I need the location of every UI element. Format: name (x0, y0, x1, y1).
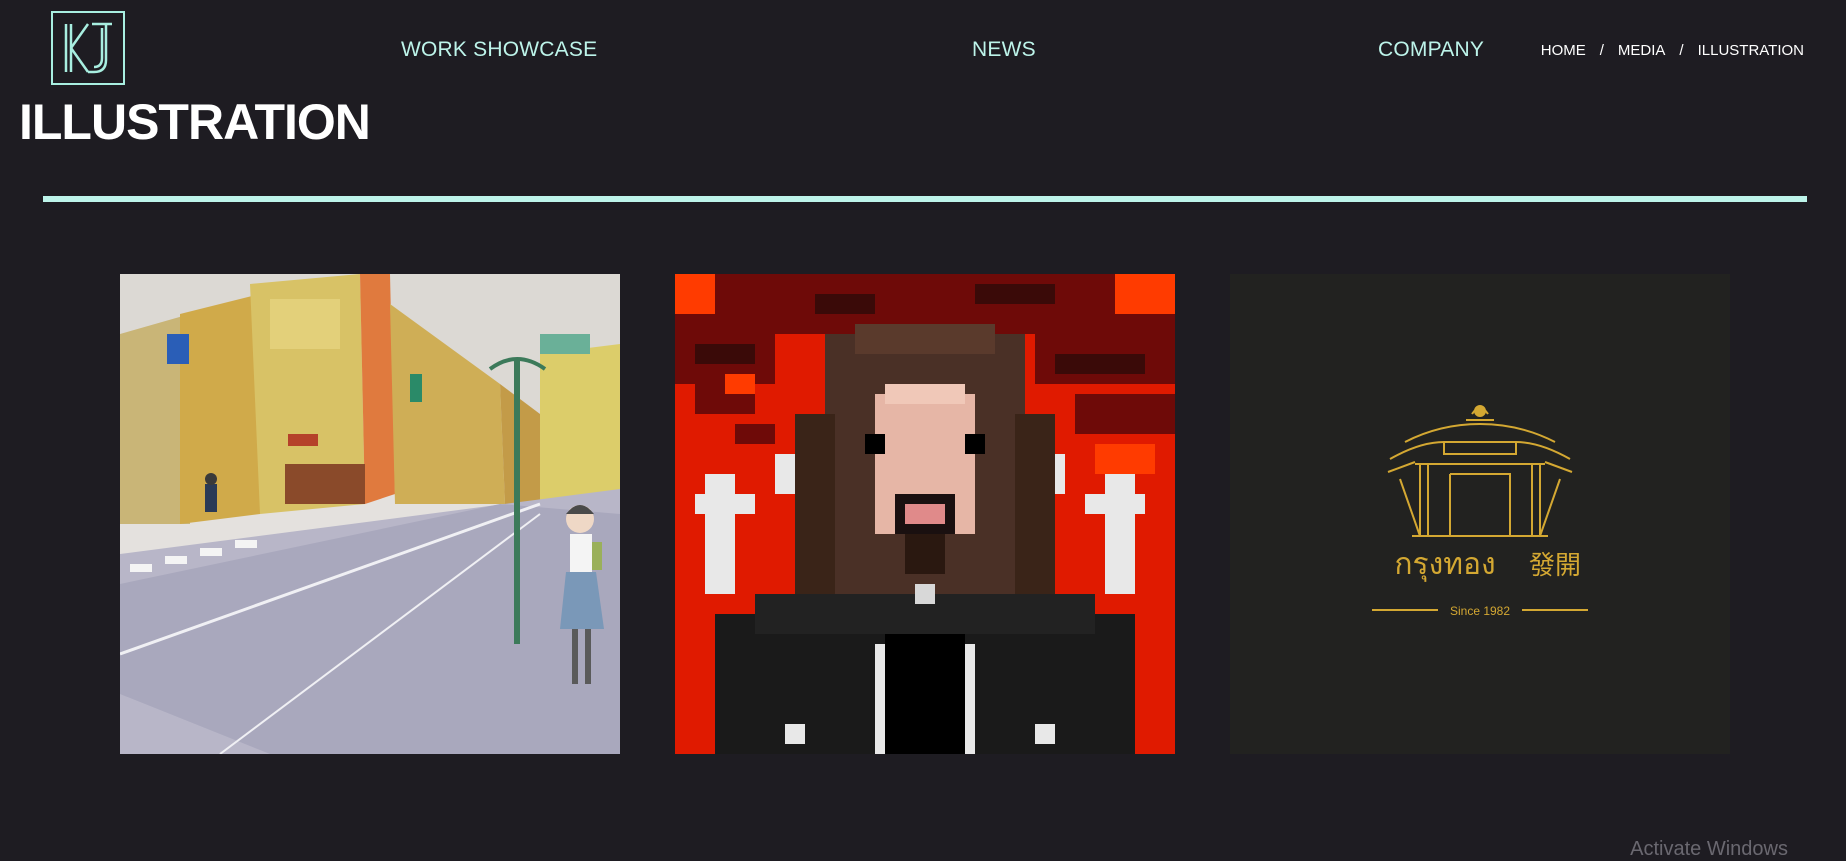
nav-news[interactable]: NEWS (972, 38, 1036, 62)
activate-windows-watermark: Activate Windows (1630, 838, 1788, 860)
pixel-portrait-image (675, 274, 1175, 754)
logo-thai-text: กรุงทอง (1394, 547, 1495, 583)
nav-company[interactable]: COMPANY (1378, 38, 1484, 62)
breadcrumb-separator: / (1599, 42, 1604, 59)
nav-work-showcase[interactable]: WORK SHOWCASE (401, 38, 597, 62)
kj-logo-mark (64, 22, 112, 74)
kj-logo[interactable] (51, 11, 125, 85)
breadcrumb-home[interactable]: HOME (1541, 42, 1586, 59)
breadcrumb-media[interactable]: MEDIA (1618, 42, 1666, 59)
logo-since-text: Since 1982 (1450, 604, 1510, 618)
page-title: ILLUSTRATION (19, 94, 371, 150)
breadcrumb-separator: / (1679, 42, 1684, 59)
gallery-item-gold-logo[interactable]: กรุงทอง 發開 Since 1982 (1230, 274, 1730, 754)
breadcrumb: HOME / MEDIA / ILLUSTRATION (1541, 42, 1804, 59)
watercolor-street-image (120, 274, 620, 754)
title-divider (43, 196, 1807, 202)
logo-cjk-text: 發開 (1529, 551, 1581, 581)
gallery-item-pixel-portrait[interactable] (675, 274, 1175, 754)
gallery-item-watercolor[interactable] (120, 274, 620, 754)
breadcrumb-illustration[interactable]: ILLUSTRATION (1698, 42, 1804, 59)
gold-gate-logo-image: กรุงทอง 發開 Since 1982 (1372, 405, 1588, 618)
